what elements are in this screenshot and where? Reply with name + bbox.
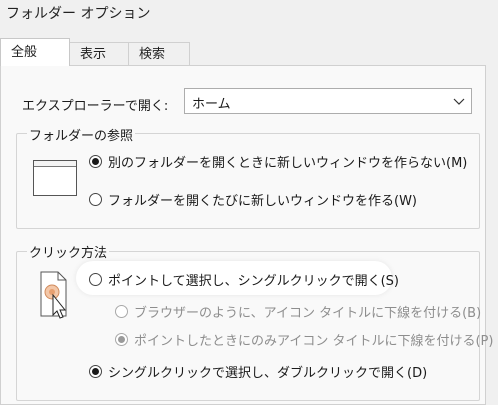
radio-indicator[interactable] <box>115 333 128 346</box>
folder-window-icon-bar <box>34 161 76 167</box>
radio-new-window[interactable]: フォルダーを開くたびに新しいウィンドウを作る(W) <box>89 190 417 209</box>
tab-general[interactable]: 全般 <box>0 38 70 66</box>
radio-indicator[interactable] <box>89 365 102 378</box>
radio-same-window[interactable]: 別のフォルダーを開くときに新しいウィンドウを作らない(M) <box>89 152 467 171</box>
tab-search[interactable]: 検索 <box>128 42 190 65</box>
radio-underline-always[interactable]: ブラウザーのように、アイコン タイトルに下線を付ける(B) <box>115 302 481 321</box>
window-title: フォルダー オプション <box>6 6 151 22</box>
tab-strip: 全般 表示 検索 <box>0 38 498 66</box>
radio-underline-always-label: ブラウザーのように、アイコン タイトルに下線を付ける(B) <box>134 306 482 321</box>
browse-folders-legend: フォルダーの参照 <box>27 125 136 144</box>
radio-underline-hover[interactable]: ポイントしたときにのみアイコン タイトルに下線を付ける(P) <box>115 330 493 349</box>
folder-window-icon <box>33 160 77 196</box>
radio-underline-hover-label: ポイントしたときにのみアイコン タイトルに下線を付ける(P) <box>134 334 494 349</box>
radio-indicator[interactable] <box>115 305 128 318</box>
chevron-down-icon <box>453 98 465 105</box>
radio-single-click-label: ポイントして選択し、シングルクリックで開く(S) <box>108 274 400 289</box>
radio-double-click-label: シングルクリックで選択し、ダブルクリックで開く(D) <box>108 366 428 381</box>
explorer-open-dropdown[interactable]: ホーム <box>184 88 472 114</box>
radio-new-window-label: フォルダーを開くたびに新しいウィンドウを作る(W) <box>108 194 417 209</box>
tab-view[interactable]: 表示 <box>69 42 129 65</box>
title-bar: フォルダー オプション <box>0 0 498 26</box>
explorer-open-selected: ホーム <box>192 97 231 112</box>
radio-indicator[interactable] <box>89 273 102 286</box>
pointer-click-icon <box>40 271 67 319</box>
radio-same-window-label: 別のフォルダーを開くときに新しいウィンドウを作らない(M) <box>108 156 468 171</box>
browse-folders-group <box>16 133 480 229</box>
radio-single-click[interactable]: ポイントして選択し、シングルクリックで開く(S) <box>89 270 399 289</box>
radio-indicator[interactable] <box>89 155 102 168</box>
click-method-legend: クリック方法 <box>27 242 110 261</box>
radio-indicator[interactable] <box>89 193 102 206</box>
radio-double-click[interactable]: シングルクリックで選択し、ダブルクリックで開く(D) <box>89 362 427 381</box>
explorer-open-label: エクスプローラーで開く: <box>22 99 169 114</box>
